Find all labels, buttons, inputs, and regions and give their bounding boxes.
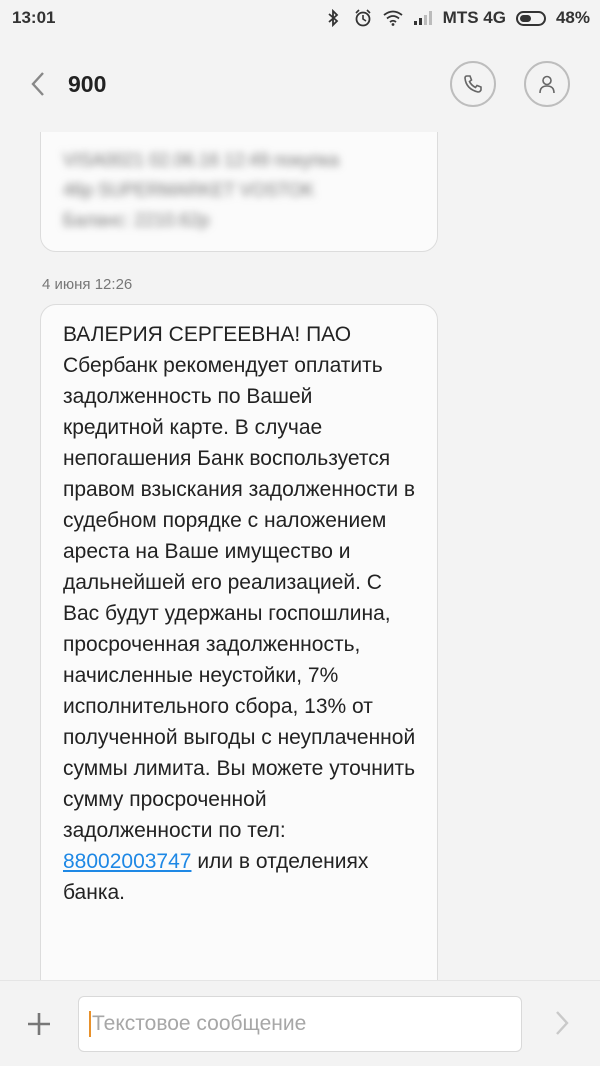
message-list[interactable]: VISA0021 02.06.16 12:49 покупка 46р SUPE… <box>0 132 600 980</box>
phone-icon <box>464 75 482 93</box>
chevron-left-icon <box>31 72 44 96</box>
previous-message-line: VISA0021 02.06.16 12:49 покупка <box>63 150 340 170</box>
attach-button[interactable] <box>24 1009 54 1039</box>
composer-bar <box>0 980 600 1066</box>
plus-icon <box>28 1013 50 1035</box>
phone-number-link[interactable]: 88002003747 <box>63 850 191 873</box>
alarm-icon <box>353 8 373 28</box>
previous-message-line: 46р SUPERMARKET VOSTOK <box>63 180 315 200</box>
signal-icon <box>413 8 433 28</box>
battery-icon <box>515 10 546 26</box>
message-input-container[interactable] <box>78 996 522 1052</box>
call-button[interactable] <box>450 61 496 107</box>
message-text: ВАЛЕРИЯ СЕРГЕЕВНА! ПАО Сбербанк рекоменд… <box>63 323 416 842</box>
carrier-label: MTS 4G <box>442 8 506 27</box>
status-icons: MTS 4G 48% <box>323 8 590 28</box>
person-icon <box>539 75 555 94</box>
battery-percent: 48% <box>555 8 590 27</box>
wifi-icon <box>383 8 403 28</box>
message-bubble-previous[interactable]: VISA0021 02.06.16 12:49 покупка 46р SUPE… <box>40 132 438 252</box>
status-time: 13:01 <box>12 8 56 27</box>
text-cursor <box>89 1011 91 1037</box>
chevron-right-icon <box>556 1011 569 1035</box>
conversation-header: 900 <box>0 36 600 132</box>
contact-button[interactable] <box>524 61 570 107</box>
send-button[interactable] <box>550 1008 574 1038</box>
message-bubble[interactable]: ВАЛЕРИЯ СЕРГЕЕВНА! ПАО Сбербанк рекоменд… <box>40 304 438 980</box>
previous-message-line: Баланс: 2210.62р <box>63 210 210 230</box>
status-bar: 13:01 MTS 4G 48% <box>0 0 600 36</box>
back-button[interactable] <box>24 70 52 98</box>
bluetooth-icon <box>323 8 343 28</box>
message-input[interactable] <box>92 1012 512 1036</box>
conversation-title: 900 <box>68 70 107 97</box>
message-timestamp: 4 июня 12:26 <box>42 276 133 293</box>
